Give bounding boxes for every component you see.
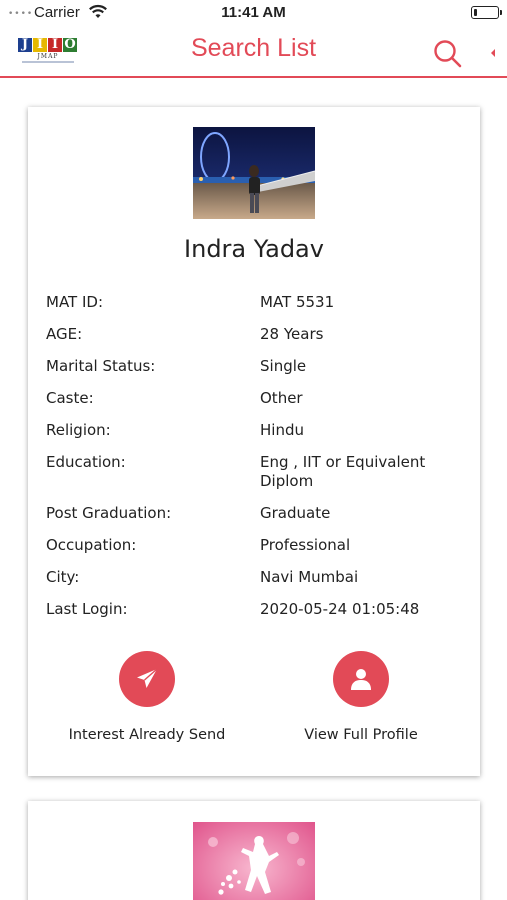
detail-value: Professional (260, 536, 351, 554)
detail-label: Occupation: (46, 536, 137, 554)
detail-label: Last Login: (46, 600, 128, 618)
page-title: Search List (190, 34, 317, 62)
interest-button-label[interactable]: Interest Already Send (47, 727, 247, 743)
detail-value: Other (260, 389, 303, 407)
profile-card-next: happy (28, 801, 480, 900)
interest-button-circle[interactable] (119, 651, 175, 707)
interest-button[interactable]: Interest Already Send (47, 651, 247, 743)
view-full-profile-button[interactable]: View Full Profile (261, 651, 461, 743)
detail-label: AGE: (46, 325, 83, 343)
detail-value: Hindu (260, 421, 304, 439)
detail-row-religion: Religion: Hindu (46, 421, 466, 440)
view-profile-button-circle[interactable] (333, 651, 389, 707)
detail-label: Education: (46, 453, 126, 471)
detail-value: Graduate (260, 504, 331, 522)
status-bar: •••• Carrier 11:41 AM (0, 0, 507, 26)
detail-row-post-graduation: Post Graduation: Graduate (46, 504, 466, 523)
clock-time: 11:41 AM (221, 4, 286, 21)
profile-card: Indra Yadav MAT ID: MAT 5531 AGE: 28 Yea… (28, 107, 480, 776)
detail-row-last-login: Last Login: 2020-05-24 01:05:48 (46, 600, 466, 619)
detail-value: 28 Years (260, 325, 324, 343)
paper-plane-icon (137, 668, 158, 688)
detail-label: Marital Status: (46, 357, 156, 375)
detail-row-mat-id: MAT ID: MAT 5531 (46, 293, 466, 312)
detail-row-education: Education: Eng , IIT or Equivalent Diplo… (46, 453, 466, 491)
profile-actions: Interest Already Send View Full Profile (28, 651, 480, 743)
detail-label: MAT ID: (46, 293, 103, 311)
detail-row-caste: Caste: Other (46, 389, 466, 408)
detail-value: Navi Mumbai (260, 568, 359, 586)
navigation-bar: J I I O JMAP Search List (0, 26, 507, 78)
profile-name: Indra Yadav (184, 235, 324, 263)
detail-label: Religion: (46, 421, 111, 439)
profile-photo[interactable] (193, 127, 315, 219)
detail-value: 2020-05-24 01:05:48 (260, 600, 420, 618)
view-profile-button-label[interactable]: View Full Profile (261, 727, 461, 743)
battery-level (473, 8, 477, 16)
battery-icon (471, 6, 502, 19)
detail-value: MAT 5531 (260, 293, 335, 311)
user-icon (351, 669, 371, 690)
detail-label: Post Graduation: (46, 504, 172, 522)
detail-label: Caste: (46, 389, 94, 407)
detail-label: City: (46, 568, 80, 586)
detail-value: Eng , IIT or Equivalent Diplom (260, 453, 426, 490)
detail-value: Single (260, 357, 307, 375)
chevron-left-icon[interactable] (488, 46, 498, 60)
profile-photo-next[interactable]: happy (193, 822, 315, 900)
detail-row-occupation: Occupation: Professional (46, 536, 466, 555)
detail-row-marital-status: Marital Status: Single (46, 357, 466, 376)
detail-row-age: AGE: 28 Years (46, 325, 466, 344)
profile-details: MAT ID: MAT 5531 AGE: 28 Years Marital S… (46, 293, 466, 632)
detail-row-city: City: Navi Mumbai (46, 568, 466, 587)
search-icon[interactable] (432, 38, 464, 70)
